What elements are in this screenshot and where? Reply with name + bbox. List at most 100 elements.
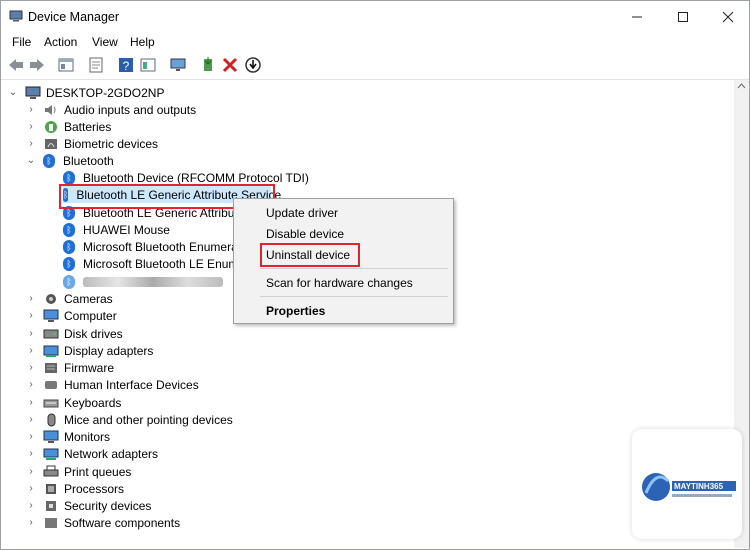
tree-category[interactable]: › Keyboards (25, 394, 121, 411)
close-button[interactable] (705, 1, 750, 32)
expand-chevron-icon[interactable]: › (25, 379, 37, 390)
show-hide-console-tree-icon[interactable] (57, 56, 75, 74)
update-driver-icon[interactable] (199, 56, 217, 74)
menu-item-update-driver[interactable]: Update driver (266, 206, 338, 220)
scan-hardware-icon[interactable] (169, 56, 187, 74)
tree-category[interactable]: › Audio inputs and outputs (25, 101, 196, 118)
battery-icon (45, 120, 57, 133)
processor-icon (46, 483, 56, 494)
category-label: Print queues (64, 464, 132, 479)
properties-sheet-icon[interactable] (87, 56, 105, 74)
category-label: Display adapters (64, 343, 154, 358)
menu-file[interactable]: File (12, 35, 31, 49)
minimize-icon (632, 16, 642, 17)
tree-category[interactable]: › Computer (25, 307, 116, 324)
expand-chevron-icon[interactable]: › (25, 431, 37, 442)
back-arrow-icon[interactable] (7, 56, 25, 74)
title-bar: Device Manager (1, 1, 749, 32)
tree-category[interactable]: › Batteries (25, 118, 111, 135)
bluetooth-device-obscured[interactable]: ᛒ (63, 273, 223, 290)
menu-item-properties[interactable]: Properties (266, 304, 325, 318)
device-view-icon[interactable] (139, 56, 157, 74)
bluetooth-icon: ᛒ (43, 153, 55, 168)
tree-category[interactable]: › Mice and other pointing devices (25, 411, 233, 428)
svg-text:MAYTINH365: MAYTINH365 (674, 482, 724, 491)
expand-chevron-icon[interactable]: › (25, 517, 37, 528)
category-label: Disk drives (64, 326, 123, 341)
expand-chevron-icon[interactable]: › (25, 397, 37, 408)
category-label: Software components (64, 515, 181, 530)
tree-root[interactable]: ⌄ DESKTOP-2GDO2NP (7, 84, 165, 101)
menu-help[interactable]: Help (130, 35, 155, 49)
toolbar: ? (1, 52, 749, 80)
tree-category[interactable]: › Cameras (25, 290, 112, 307)
category-label: Security devices (64, 498, 152, 513)
expand-chevron-icon[interactable]: › (25, 362, 37, 373)
expand-chevron-icon[interactable]: › (25, 328, 37, 339)
menu-action[interactable]: Action (44, 35, 77, 49)
menu-separator (260, 296, 448, 297)
category-label: Monitors (64, 429, 111, 444)
expand-chevron-icon[interactable]: › (25, 345, 37, 356)
tree-category[interactable]: › Security devices (25, 497, 151, 514)
maximize-button[interactable] (660, 1, 706, 32)
menu-view[interactable]: View (92, 35, 118, 49)
hid-icon (45, 380, 57, 389)
tree-category[interactable]: › Display adapters (25, 342, 153, 359)
expand-chevron-icon[interactable]: › (25, 310, 37, 321)
bluetooth-icon: ᛒ (63, 170, 75, 185)
tree-category-bluetooth[interactable]: ⌄ ᛒ Bluetooth (25, 152, 114, 169)
camera-icon (46, 293, 56, 304)
uninstall-device-icon[interactable] (221, 56, 239, 74)
category-label: Keyboards (64, 395, 122, 410)
expand-chevron-icon[interactable]: › (25, 414, 37, 425)
device-label: Microsoft Bluetooth Enumerat (83, 239, 242, 254)
fingerprint-icon (45, 138, 57, 149)
bluetooth-icon: ᛒ (63, 222, 75, 237)
expand-chevron-icon[interactable]: › (25, 293, 37, 304)
category-label: Audio inputs and outputs (64, 102, 197, 117)
enable-device-icon[interactable] (244, 56, 262, 74)
svg-text:?: ? (123, 59, 130, 73)
monitor-icon (43, 309, 59, 322)
expand-chevron-icon[interactable]: › (25, 138, 37, 149)
tree-category[interactable]: › Monitors (25, 428, 110, 445)
menu-separator (260, 268, 448, 269)
category-label: Batteries (64, 119, 112, 134)
bluetooth-device[interactable]: ᛒ HUAWEI Mouse (63, 221, 170, 238)
collapse-chevron-icon[interactable]: ⌄ (25, 155, 37, 166)
tree-category[interactable]: › Software components (25, 514, 180, 531)
category-label: Mice and other pointing devices (64, 412, 233, 427)
collapse-chevron-icon[interactable]: ⌄ (7, 87, 19, 98)
maytinh365-logo: MAYTINH365 (642, 473, 736, 501)
expand-chevron-icon[interactable]: › (25, 121, 37, 132)
bluetooth-icon: ᛒ (63, 256, 75, 271)
help-icon[interactable]: ? (117, 56, 135, 74)
tree-category[interactable]: › Processors (25, 480, 124, 497)
tree-category[interactable]: › Network adapters (25, 445, 158, 462)
bluetooth-device[interactable]: ᛒ Microsoft Bluetooth Enumerat (63, 238, 241, 255)
expand-chevron-icon[interactable]: › (25, 500, 37, 511)
menu-item-disable-device[interactable]: Disable device (266, 227, 344, 241)
menu-item-scan-hardware[interactable]: Scan for hardware changes (266, 276, 413, 290)
category-label: Bluetooth (63, 153, 114, 168)
expand-chevron-icon[interactable]: › (25, 483, 37, 494)
category-label: Firmware (64, 360, 114, 375)
tree-category[interactable]: › Human Interface Devices (25, 376, 199, 393)
forward-arrow-icon[interactable] (28, 56, 46, 74)
security-device-icon (46, 500, 56, 511)
minimize-button[interactable] (614, 1, 660, 32)
software-component-icon (45, 517, 57, 528)
bluetooth-device[interactable]: ᛒ Microsoft Bluetooth LE Enume (63, 255, 245, 272)
blurred-device-name (83, 276, 223, 287)
watermark-logo: MAYTINH365 (632, 429, 742, 539)
scroll-up-icon[interactable] (734, 80, 749, 92)
tree-category[interactable]: › Biometric devices (25, 135, 158, 152)
tree-category[interactable]: › Print queues (25, 463, 131, 480)
tree-category[interactable]: › Firmware (25, 359, 114, 376)
expand-chevron-icon[interactable]: › (25, 104, 37, 115)
expand-chevron-icon[interactable]: › (25, 466, 37, 477)
expand-chevron-icon[interactable]: › (25, 448, 37, 459)
category-label: Human Interface Devices (64, 377, 199, 392)
tree-category[interactable]: › Disk drives (25, 325, 123, 342)
